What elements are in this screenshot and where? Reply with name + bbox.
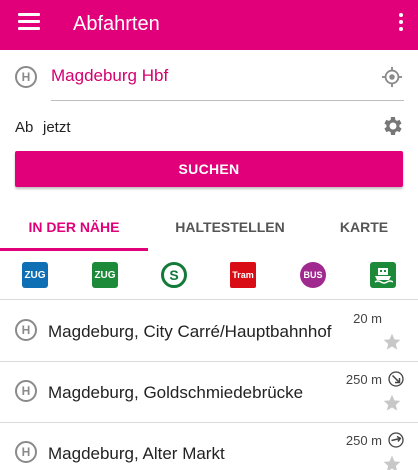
station-name: Magdeburg, Goldschmiedebrücke: [48, 383, 304, 402]
more-vert-icon[interactable]: [396, 13, 406, 37]
star-icon[interactable]: [382, 332, 402, 352]
divider: [0, 299, 418, 300]
star-icon[interactable]: [382, 454, 402, 470]
menu-icon[interactable]: [18, 13, 40, 35]
time-label: Ab: [15, 119, 34, 136]
app-bar: Abfahrten: [0, 0, 418, 50]
regional-train-icon[interactable]: ZUG: [22, 262, 48, 288]
list-item[interactable]: H Magdeburg, Goldschmiedebrücke 250 m: [0, 362, 418, 422]
station-name: Magdeburg, City Carré/Hauptbahnhof: [48, 322, 332, 341]
my-location-icon[interactable]: [381, 66, 403, 88]
gear-icon[interactable]: [380, 114, 404, 138]
station-h-icon: H: [15, 441, 37, 463]
station-input[interactable]: Magdeburg Hbf: [51, 66, 168, 86]
station-row: H Magdeburg Hbf: [0, 58, 418, 102]
direction-southeast-icon: [388, 371, 404, 387]
station-input-underline: [51, 100, 404, 101]
train-icon[interactable]: ZUG: [92, 262, 118, 288]
station-distance: 250 m: [345, 433, 382, 448]
tab-stops[interactable]: HALTESTELLEN: [150, 205, 310, 251]
station-name: Magdeburg, Alter Markt: [48, 444, 225, 463]
star-icon[interactable]: [382, 393, 402, 413]
station-h-icon: H: [15, 66, 37, 88]
time-value[interactable]: jetzt: [43, 119, 71, 136]
station-distance: 20 m: [353, 311, 382, 326]
search-button[interactable]: SUCHEN: [15, 151, 403, 187]
list-item[interactable]: H Magdeburg, Alter Markt 250 m: [0, 423, 418, 470]
direction-east-icon: [388, 432, 404, 448]
tab-map[interactable]: KARTE: [322, 205, 406, 251]
tab-bar: IN DER NÄHE HALTESTELLEN KARTE: [0, 205, 418, 251]
bus-icon[interactable]: BUS: [300, 262, 326, 288]
tab-indicator: [0, 248, 148, 251]
sbahn-icon[interactable]: S: [161, 262, 187, 288]
page-title: Abfahrten: [73, 13, 160, 35]
tab-nearby[interactable]: IN DER NÄHE: [0, 205, 148, 251]
station-h-icon: H: [15, 319, 37, 341]
tram-icon[interactable]: Tram: [230, 262, 256, 288]
list-item[interactable]: H Magdeburg, City Carré/Hauptbahnhof 20 …: [0, 301, 418, 361]
mode-filter-bar: ZUG ZUG S Tram BUS: [0, 262, 418, 290]
station-distance: 250 m: [345, 372, 382, 387]
ferry-glyph: [374, 268, 393, 284]
ferry-icon[interactable]: [370, 262, 396, 288]
time-row: Ab jetzt: [0, 112, 418, 142]
station-h-icon: H: [15, 380, 37, 402]
